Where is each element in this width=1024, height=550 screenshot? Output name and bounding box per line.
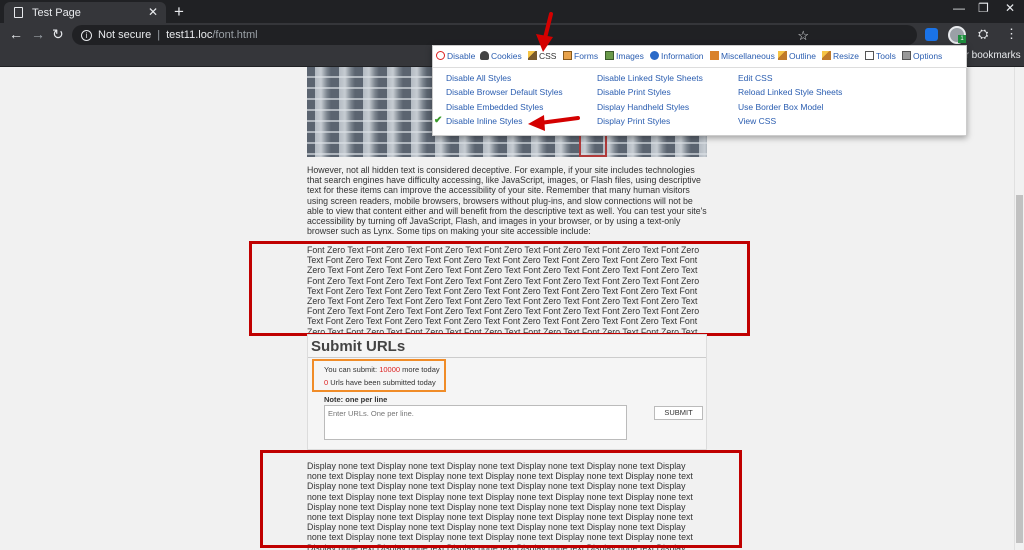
submitted-suffix: Urls have been submitted today <box>328 378 436 387</box>
quota-suffix: more today <box>400 365 440 374</box>
new-tab-button[interactable]: + <box>174 2 184 21</box>
menu-images[interactable]: Images <box>605 51 644 61</box>
url-separator: | <box>157 29 161 41</box>
link-view-css[interactable]: View CSS <box>738 116 776 126</box>
font-zero-highlight <box>249 241 750 336</box>
css-icon <box>528 51 537 60</box>
cookies-icon <box>480 51 489 60</box>
extension-icon[interactable] <box>925 28 938 41</box>
web-developer-panel: Disable Cookies CSS Forms Images Informa… <box>432 45 968 136</box>
tools-icon <box>865 51 874 60</box>
display-none-highlight <box>260 450 742 548</box>
other-bookmarks[interactable]: er bookmarks <box>960 50 1021 61</box>
tab-title: Test Page <box>32 6 81 19</box>
web-developer-menu: Disable Cookies CSS Forms Images Informa… <box>433 46 968 68</box>
link-display-print-styles[interactable]: Display Print Styles <box>597 116 670 126</box>
quota-highlight <box>312 359 446 392</box>
menu-options[interactable]: Options <box>902 51 942 61</box>
security-label: Not secure <box>98 29 152 41</box>
intro-paragraph: However, not all hidden text is consider… <box>307 165 707 237</box>
quota-prefix: You can submit: <box>324 365 380 374</box>
menu-disable[interactable]: Disable <box>436 51 475 61</box>
forms-icon <box>563 51 572 60</box>
menu-tools[interactable]: Tools <box>865 51 896 61</box>
link-disable-print-styles[interactable]: Disable Print Styles <box>597 87 671 97</box>
url-host: test11.loc <box>166 29 213 41</box>
reload-icon[interactable]: ↻ <box>52 26 64 43</box>
incognito-icon[interactable]: ⛭ <box>978 26 988 42</box>
url-path: /font.html <box>212 29 258 41</box>
menu-forms[interactable]: Forms <box>563 51 598 61</box>
menu-miscellaneous[interactable]: Miscellaneous <box>710 51 775 61</box>
link-display-handheld-styles[interactable]: Display Handheld Styles <box>597 102 689 112</box>
menu-outline[interactable]: Outline <box>778 51 816 61</box>
forward-icon[interactable]: → <box>31 26 45 42</box>
page-icon <box>14 7 23 18</box>
link-reload-linked-style-sheets[interactable]: Reload Linked Style Sheets <box>738 87 842 97</box>
link-disable-embedded-styles[interactable]: Disable Embedded Styles <box>446 102 543 112</box>
menu-resize[interactable]: Resize <box>822 51 859 61</box>
address-bar[interactable]: i Not secure | test11.loc /font.html ☆ <box>72 25 917 45</box>
browser-tab[interactable]: Test Page ✕ <box>4 2 166 23</box>
submitted-text: 0 Urls have been submitted today <box>324 378 436 387</box>
menu-cookies[interactable]: Cookies <box>480 51 522 61</box>
submit-title: Submit URLs <box>311 338 406 355</box>
menu-icon[interactable]: ⋮ <box>1005 26 1018 42</box>
close-tab-icon[interactable]: ✕ <box>148 5 158 19</box>
miscellaneous-icon <box>710 51 719 60</box>
link-edit-css[interactable]: Edit CSS <box>738 73 773 83</box>
bookmark-star-icon[interactable]: ☆ <box>797 28 809 44</box>
link-disable-all-styles[interactable]: Disable All Styles <box>446 73 511 83</box>
link-disable-linked-style-sheets[interactable]: Disable Linked Style Sheets <box>597 73 703 83</box>
hero-image-accent <box>579 133 607 157</box>
minimize-icon[interactable]: — <box>953 1 965 15</box>
menu-css[interactable]: CSS <box>528 51 556 61</box>
info-icon[interactable]: i <box>81 29 92 41</box>
disable-icon <box>436 51 445 60</box>
urls-input[interactable] <box>324 405 627 440</box>
link-disable-browser-default-styles[interactable]: Disable Browser Default Styles <box>446 87 563 97</box>
note-label: Note: one per line <box>324 395 388 404</box>
title-bar: Test Page ✕ + — ❐ ✕ <box>0 0 1024 23</box>
link-disable-inline-styles[interactable]: Disable Inline Styles <box>446 116 523 126</box>
submit-button[interactable]: SUBMIT <box>654 406 703 420</box>
back-icon[interactable]: ← <box>9 26 23 42</box>
quota-text: You can submit: 10000 more today <box>324 365 440 374</box>
link-use-border-box-model[interactable]: Use Border Box Model <box>738 102 824 112</box>
close-window-icon[interactable]: ✕ <box>1005 1 1015 15</box>
scrollbar[interactable] <box>1014 67 1024 550</box>
divider <box>308 357 706 358</box>
outline-icon <box>778 51 787 60</box>
browser-toolbar: ← → ↻ i Not secure | test11.loc /font.ht… <box>0 23 1024 47</box>
restore-icon[interactable]: ❐ <box>978 1 989 15</box>
images-icon <box>605 51 614 60</box>
extension-badge: 1 <box>958 35 966 43</box>
menu-information[interactable]: Information <box>650 51 704 61</box>
quota-value: 10000 <box>379 365 401 374</box>
information-icon <box>650 51 659 60</box>
resize-icon <box>822 51 831 60</box>
page-viewport: However, not all hidden text is consider… <box>0 67 1014 550</box>
options-icon <box>902 51 911 60</box>
submit-urls-card: Submit URLs You can submit: 10000 more t… <box>307 334 707 450</box>
scrollbar-thumb[interactable] <box>1016 195 1023 543</box>
checkmark-icon: ✔ <box>434 115 443 126</box>
